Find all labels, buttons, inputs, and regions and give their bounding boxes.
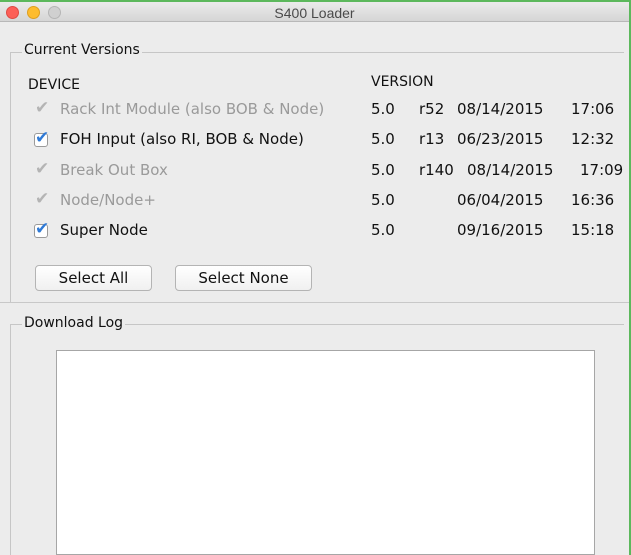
device-checkbox[interactable]: ✔ bbox=[34, 128, 50, 148]
version-number: 5.0 bbox=[371, 161, 395, 179]
device-checkbox[interactable]: ✔ bbox=[34, 219, 50, 239]
device-label: FOH Input (also RI, BOB & Node) bbox=[60, 130, 304, 148]
build-time: 15:18 bbox=[571, 221, 615, 239]
device-label: Super Node bbox=[60, 221, 148, 239]
build-date: 09/16/2015 bbox=[457, 221, 544, 239]
device-label: Node/Node+ bbox=[60, 191, 156, 209]
build-date: 08/14/2015 bbox=[467, 161, 554, 179]
section-divider bbox=[0, 302, 629, 303]
device-checkbox: ✔ bbox=[34, 98, 50, 118]
revision-number: r140 bbox=[419, 161, 454, 179]
build-date: 06/04/2015 bbox=[457, 191, 544, 209]
device-checkbox: ✔ bbox=[34, 189, 50, 209]
build-time: 17:09 bbox=[580, 161, 624, 179]
select-all-button[interactable]: Select All bbox=[35, 265, 152, 291]
checkmark-icon: ✔ bbox=[35, 159, 50, 179]
version-number: 5.0 bbox=[371, 100, 395, 118]
device-column-header: DEVICE bbox=[28, 77, 80, 93]
revision-number: r13 bbox=[419, 130, 445, 148]
checkmark-icon: ✔ bbox=[35, 189, 50, 209]
download-log-textarea[interactable] bbox=[56, 350, 595, 555]
version-number: 5.0 bbox=[371, 191, 395, 209]
current-versions-legend: Current Versions bbox=[22, 42, 142, 58]
checkmark-icon: ✔ bbox=[35, 219, 50, 239]
title-bar[interactable]: S400 Loader bbox=[0, 0, 629, 22]
build-time: 17:06 bbox=[571, 100, 615, 118]
revision-number: r52 bbox=[419, 100, 445, 118]
version-column-header: VERSION bbox=[371, 74, 434, 90]
build-time: 16:36 bbox=[571, 191, 615, 209]
window-title: S400 Loader bbox=[274, 5, 355, 21]
version-number: 5.0 bbox=[371, 130, 395, 148]
checkmark-icon: ✔ bbox=[35, 128, 50, 148]
select-none-button[interactable]: Select None bbox=[175, 265, 312, 291]
build-time: 12:32 bbox=[571, 130, 615, 148]
device-label: Break Out Box bbox=[60, 161, 168, 179]
device-label: Rack Int Module (also BOB & Node) bbox=[60, 100, 325, 118]
build-date: 08/14/2015 bbox=[457, 100, 544, 118]
build-date: 06/23/2015 bbox=[457, 130, 544, 148]
s400-loader-window: S400 Loader Current Versions DEVICE VERS… bbox=[0, 0, 631, 555]
checkmark-icon: ✔ bbox=[35, 98, 50, 118]
device-checkbox: ✔ bbox=[34, 159, 50, 179]
version-number: 5.0 bbox=[371, 221, 395, 239]
download-log-legend: Download Log bbox=[22, 315, 126, 331]
